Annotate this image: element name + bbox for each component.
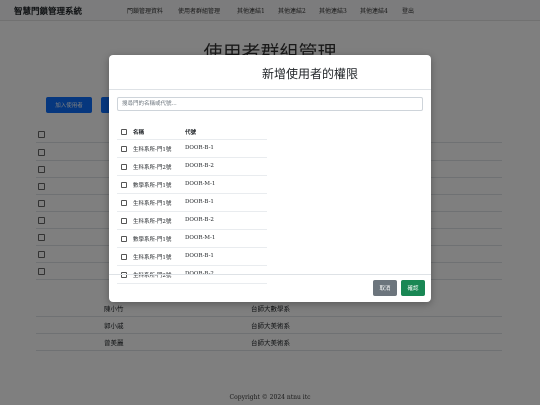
confirm-button[interactable]: 確認 bbox=[401, 280, 425, 296]
add-permission-modal: 新增使用者的權限 名稱 代號 生科系所-門1號 DOOR-B-1 生科系所-門2… bbox=[109, 55, 431, 302]
door-code: DOOR-B-1 bbox=[185, 145, 214, 151]
door-code: DOOR-B-2 bbox=[185, 217, 214, 223]
list-item[interactable]: 生科系所-門2號 DOOR-B-2 bbox=[117, 212, 267, 230]
door-name: 生科系所-門1號 bbox=[133, 147, 172, 153]
door-name: 數學系所-門1號 bbox=[133, 183, 172, 189]
header-name: 名稱 bbox=[133, 130, 145, 136]
door-code: DOOR-M-1 bbox=[185, 235, 216, 241]
list-item[interactable]: 生科系所-門1號 DOOR-B-1 bbox=[117, 248, 267, 266]
door-name: 生科系所-門1號 bbox=[133, 255, 172, 261]
item-checkbox[interactable] bbox=[121, 200, 127, 206]
door-list: 名稱 代號 生科系所-門1號 DOOR-B-1 生科系所-門2號 DOOR-B-… bbox=[117, 125, 267, 284]
list-item[interactable]: 生科系所-門1號 DOOR-B-1 bbox=[117, 140, 267, 158]
door-code: DOOR-M-1 bbox=[185, 181, 216, 187]
divider bbox=[109, 274, 431, 275]
item-checkbox[interactable] bbox=[121, 254, 127, 260]
item-checkbox[interactable] bbox=[121, 164, 127, 170]
door-name: 生科系所-門1號 bbox=[133, 201, 172, 207]
door-search-input[interactable] bbox=[117, 97, 423, 111]
list-item[interactable]: 生科系所-門1號 DOOR-B-1 bbox=[117, 194, 267, 212]
item-checkbox[interactable] bbox=[121, 236, 127, 242]
list-header: 名稱 代號 bbox=[117, 125, 267, 140]
header-code: 代號 bbox=[185, 130, 197, 136]
item-checkbox[interactable] bbox=[121, 182, 127, 188]
door-name: 生科系所-門2號 bbox=[133, 219, 172, 225]
select-all-checkbox[interactable] bbox=[121, 129, 127, 135]
door-name: 生科系所-門2號 bbox=[133, 273, 172, 279]
divider bbox=[109, 89, 431, 90]
list-item[interactable]: 數學系所-門1號 DOOR-M-1 bbox=[117, 230, 267, 248]
door-code: DOOR-B-2 bbox=[185, 163, 214, 169]
list-item[interactable]: 生科系所-門2號 DOOR-B-2 bbox=[117, 266, 267, 284]
door-code: DOOR-B-1 bbox=[185, 199, 214, 205]
cancel-button[interactable]: 取消 bbox=[373, 280, 397, 296]
item-checkbox[interactable] bbox=[121, 272, 127, 278]
door-name: 數學系所-門1號 bbox=[133, 237, 172, 243]
item-checkbox[interactable] bbox=[121, 146, 127, 152]
item-checkbox[interactable] bbox=[121, 218, 127, 224]
door-name: 生科系所-門2號 bbox=[133, 165, 172, 171]
modal-title: 新增使用者的權限 bbox=[261, 67, 358, 81]
list-item[interactable]: 數學系所-門1號 DOOR-M-1 bbox=[117, 176, 267, 194]
list-item[interactable]: 生科系所-門2號 DOOR-B-2 bbox=[117, 158, 267, 176]
door-code: DOOR-B-1 bbox=[185, 253, 214, 259]
